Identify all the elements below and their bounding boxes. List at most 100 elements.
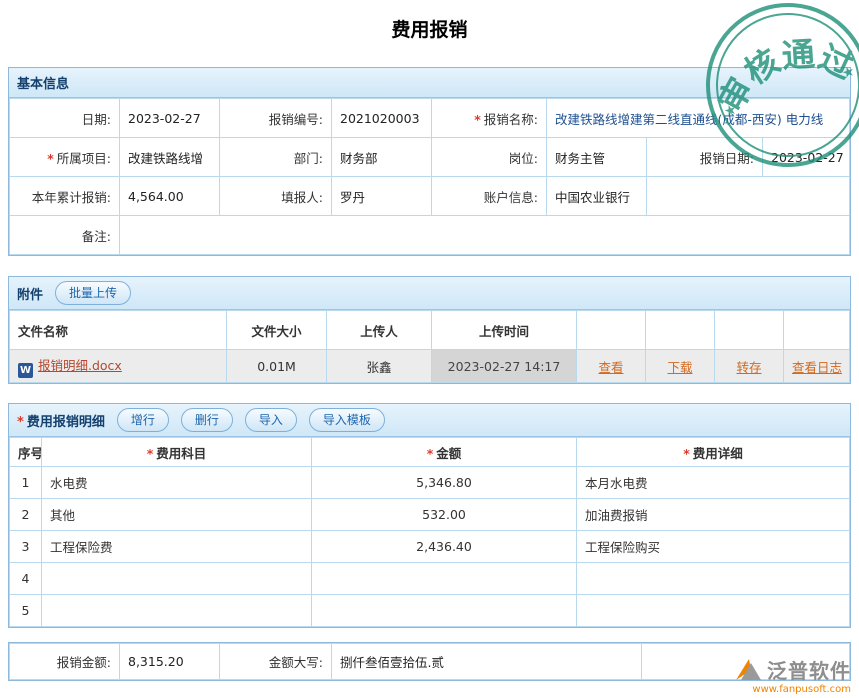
yearly-total-label: 本年累计报销: bbox=[10, 177, 120, 216]
account-value: 中国农业银行 bbox=[547, 177, 647, 216]
attachment-action-cell: 转存 bbox=[715, 350, 784, 383]
amount-in-words-label: 金额大写: bbox=[220, 644, 332, 680]
project-value: 改建铁路线增 bbox=[120, 138, 220, 177]
report-date-value: 2023-02-27 bbox=[763, 138, 850, 177]
detail-header-row: 序号 *费用科目 *金额 *费用详细 bbox=[10, 438, 850, 467]
post-value: 财务主管 bbox=[547, 138, 647, 177]
row-seq: 4 bbox=[10, 563, 42, 595]
row-seq: 5 bbox=[10, 595, 42, 627]
action-header-4 bbox=[784, 311, 850, 350]
filler-label: 填报人: bbox=[220, 177, 332, 216]
upload-time-header: 上传时间 bbox=[432, 311, 577, 350]
basic-row-2: *所属项目: 改建铁路线增 部门: 财务部 岗位: 财务主管 报销日期: 202… bbox=[10, 138, 850, 177]
action-header-3 bbox=[715, 311, 784, 350]
row-subject: 其他 bbox=[42, 499, 312, 531]
reimburse-no-label: 报销编号: bbox=[220, 99, 332, 138]
expense-detail-title: *费用报销明细 bbox=[17, 411, 105, 430]
seq-header: 序号 bbox=[10, 438, 42, 467]
attachment-action-cell: 下载 bbox=[646, 350, 715, 383]
row-detail bbox=[577, 563, 850, 595]
word-doc-icon: W bbox=[18, 363, 33, 378]
row-detail: 工程保险购买 bbox=[577, 531, 850, 563]
detail-row: 2 其他 532.00 加油费报销 bbox=[10, 499, 850, 531]
expense-detail-header: *费用报销明细 增行 删行 导入 导入模板 bbox=[9, 404, 850, 437]
detail-row: 1 水电费 5,346.80 本月水电费 bbox=[10, 467, 850, 499]
basic-info-title: 基本信息 bbox=[17, 73, 69, 92]
yearly-total-value: 4,564.00 bbox=[120, 177, 220, 216]
basic-row-3: 本年累计报销: 4,564.00 填报人: 罗丹 账户信息: 中国农业银行 bbox=[10, 177, 850, 216]
vendor-url: www.fanpusoft.com bbox=[734, 684, 851, 696]
batch-upload-button[interactable]: 批量上传 bbox=[55, 281, 131, 305]
transfer-link[interactable]: 转存 bbox=[736, 360, 761, 375]
reimburse-name-value: 改建铁路线增建第二线直通线(成都-西安) 电力线 bbox=[547, 99, 850, 138]
uploader-header: 上传人 bbox=[327, 311, 432, 350]
reimburse-no-value: 2021020003 bbox=[332, 99, 432, 138]
basic-row-1: 日期: 2023-02-27 报销编号: 2021020003 *报销名称: 改… bbox=[10, 99, 850, 138]
attachment-action-cell: 查看 bbox=[577, 350, 646, 383]
row-seq: 1 bbox=[10, 467, 42, 499]
required-mark: * bbox=[683, 446, 690, 461]
dept-value: 财务部 bbox=[332, 138, 432, 177]
import-button[interactable]: 导入 bbox=[245, 408, 297, 432]
detail-row: 3 工程保险费 2,436.40 工程保险购买 bbox=[10, 531, 850, 563]
date-value: 2023-02-27 bbox=[120, 99, 220, 138]
reimburse-name-label-text: 报销名称: bbox=[484, 112, 538, 127]
required-mark: * bbox=[147, 446, 154, 461]
summary-row: 报销金额: 8,315.20 金额大写: 捌仟叁佰壹拾伍.贰 bbox=[10, 644, 850, 680]
attachment-file-cell: W 报销明细.docx bbox=[10, 350, 227, 383]
action-header-1 bbox=[577, 311, 646, 350]
dept-label: 部门: bbox=[220, 138, 332, 177]
required-mark: * bbox=[47, 151, 54, 166]
delete-row-button[interactable]: 删行 bbox=[181, 408, 233, 432]
row-seq: 3 bbox=[10, 531, 42, 563]
basic-info-table: 日期: 2023-02-27 报销编号: 2021020003 * 报销名称: 改… bbox=[9, 98, 850, 255]
project-label-text: 所属项目: bbox=[57, 151, 111, 166]
basic-info-header: 基本信息 bbox=[9, 68, 850, 98]
attachments-section: 附件 批量上传 文件名称 文件大小 上传人 上传时间 W 报销明细.docx 0.… bbox=[8, 276, 851, 384]
total-amount-label: 报销金额: bbox=[10, 644, 120, 680]
project-label: *所属项目: bbox=[10, 138, 120, 177]
post-label: 岗位: bbox=[432, 138, 547, 177]
row-detail: 本月水电费 bbox=[577, 467, 850, 499]
row-subject bbox=[42, 563, 312, 595]
required-mark: * bbox=[427, 446, 434, 461]
file-size-header: 文件大小 bbox=[227, 311, 327, 350]
summary-table: 报销金额: 8,315.20 金额大写: 捌仟叁佰壹拾伍.贰 bbox=[9, 643, 850, 680]
add-row-button[interactable]: 增行 bbox=[117, 408, 169, 432]
summary-section: 报销金额: 8,315.20 金额大写: 捌仟叁佰壹拾伍.贰 bbox=[8, 642, 851, 681]
attachment-uploader: 张鑫 bbox=[327, 350, 432, 383]
view-log-link[interactable]: 查看日志 bbox=[792, 360, 842, 375]
action-header-2 bbox=[646, 311, 715, 350]
download-link[interactable]: 下载 bbox=[667, 360, 692, 375]
row-amount bbox=[312, 563, 577, 595]
page-title: 费用报销 bbox=[0, 0, 859, 41]
row-subject bbox=[42, 595, 312, 627]
row-amount: 5,346.80 bbox=[312, 467, 577, 499]
amount-header-text: 金额 bbox=[436, 446, 461, 461]
vendor-brand-text: 泛普软件 bbox=[767, 655, 851, 684]
detail-row: 4 bbox=[10, 563, 850, 595]
attachment-size: 0.01M bbox=[227, 350, 327, 383]
row-subject: 水电费 bbox=[42, 467, 312, 499]
subject-header-text: 费用科目 bbox=[156, 446, 206, 461]
report-date-label: 报销日期: bbox=[647, 138, 763, 177]
basic-row-4: 备注: bbox=[10, 216, 850, 255]
vendor-logo: 泛普软件 www.fanpusoft.com bbox=[734, 655, 851, 696]
account-label: 账户信息: bbox=[432, 177, 547, 216]
subject-header: *费用科目 bbox=[42, 438, 312, 467]
row-amount: 2,436.40 bbox=[312, 531, 577, 563]
file-name-header: 文件名称 bbox=[10, 311, 227, 350]
attachment-action-cell: 查看日志 bbox=[784, 350, 850, 383]
date-label: 日期: bbox=[10, 99, 120, 138]
remark-label: 备注: bbox=[10, 216, 120, 255]
import-template-button[interactable]: 导入模板 bbox=[309, 408, 385, 432]
filler-value: 罗丹 bbox=[332, 177, 432, 216]
attachments-header-row: 文件名称 文件大小 上传人 上传时间 bbox=[10, 311, 850, 350]
total-amount-value: 8,315.20 bbox=[120, 644, 220, 680]
attachments-table: 文件名称 文件大小 上传人 上传时间 W 报销明细.docx 0.01M 张鑫 2… bbox=[9, 310, 850, 383]
attachments-header: 附件 批量上传 bbox=[9, 277, 850, 310]
attachment-file-link[interactable]: 报销明细.docx bbox=[38, 358, 122, 373]
row-amount: 532.00 bbox=[312, 499, 577, 531]
view-link[interactable]: 查看 bbox=[598, 360, 623, 375]
attachment-time: 2023-02-27 14:17 bbox=[432, 350, 577, 383]
